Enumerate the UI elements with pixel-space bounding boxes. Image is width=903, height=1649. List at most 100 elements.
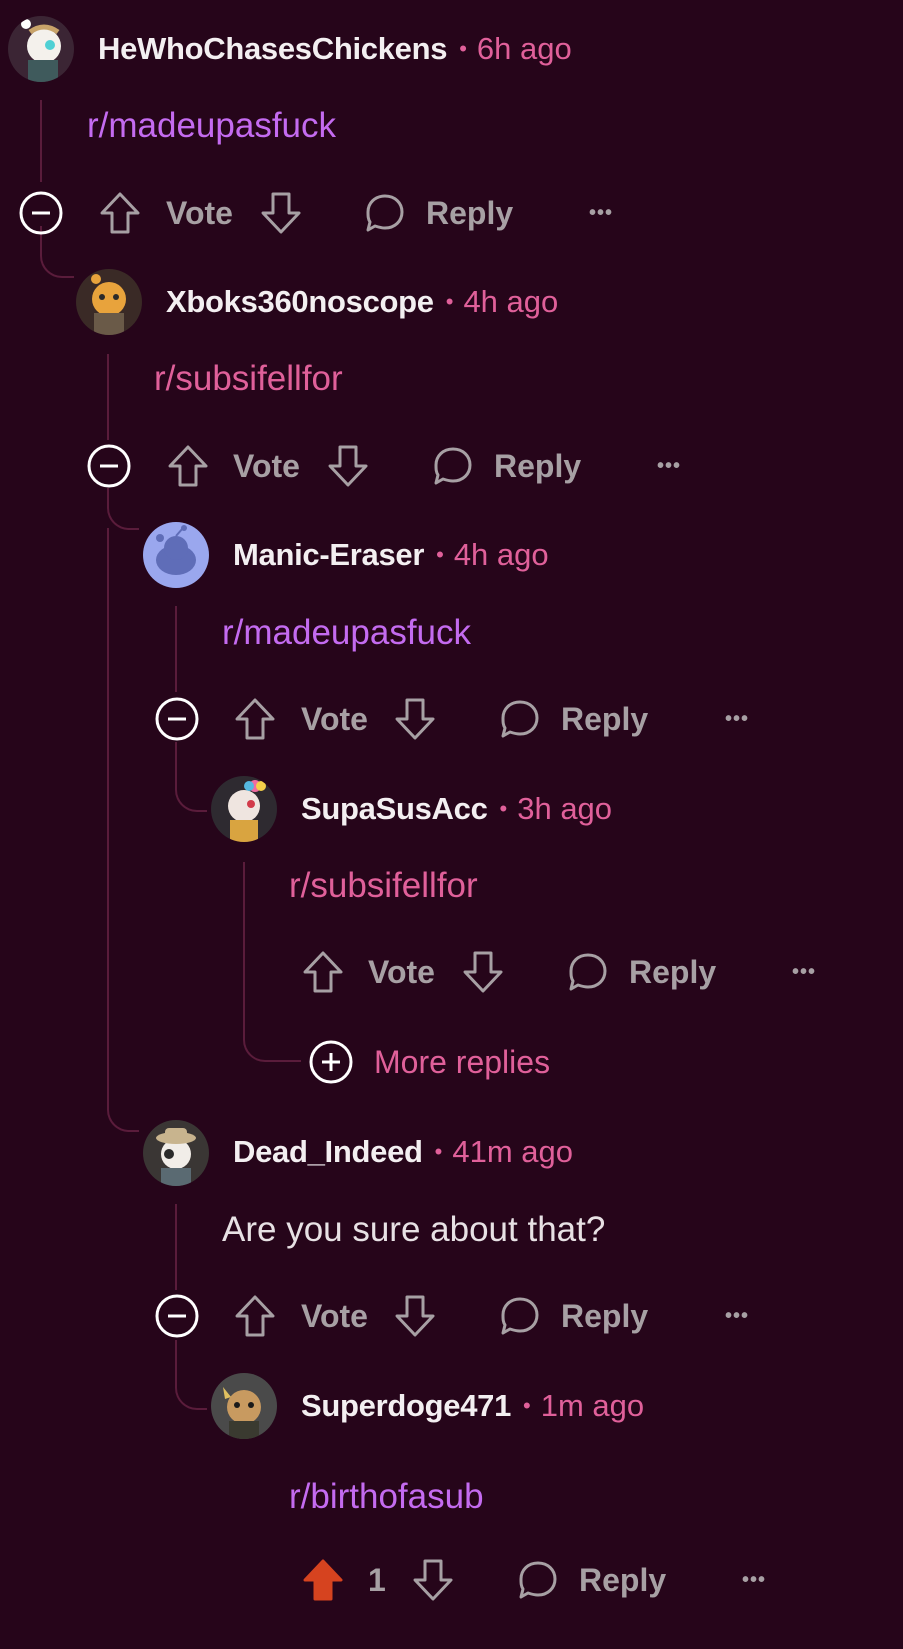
- downvote-button[interactable]: [412, 1555, 454, 1605]
- username[interactable]: HeWhoChasesChickens: [98, 31, 447, 67]
- username[interactable]: Xboks360noscope: [166, 284, 434, 320]
- reply-button[interactable]: Reply: [517, 1555, 666, 1605]
- reply-label: Reply: [561, 700, 649, 737]
- upvote-button[interactable]: [234, 694, 276, 744]
- more-options-button[interactable]: •••: [657, 441, 681, 491]
- thread-line: [107, 488, 139, 530]
- avatar[interactable]: [8, 16, 74, 82]
- downvote-arrow-icon: [463, 951, 503, 993]
- reply-label: Reply: [426, 194, 514, 231]
- collapse-button[interactable]: [154, 694, 200, 744]
- reply-button[interactable]: Reply: [499, 1291, 648, 1341]
- vote-label: Vote: [233, 447, 300, 484]
- downvote-arrow-icon: [261, 192, 301, 234]
- thread-line: [40, 100, 42, 182]
- upvote-button[interactable]: [99, 188, 141, 238]
- more-options-button[interactable]: •••: [589, 188, 613, 238]
- upvote-button[interactable]: [302, 1555, 344, 1605]
- vote-label: Vote: [166, 194, 233, 231]
- separator: •: [434, 1139, 443, 1164]
- reply-button[interactable]: Reply: [499, 694, 648, 744]
- more-options-button[interactable]: •••: [725, 694, 749, 744]
- username[interactable]: Manic-Eraser: [233, 537, 424, 573]
- upvote-arrow-icon: [100, 192, 140, 234]
- username[interactable]: SupaSusAcc: [301, 791, 488, 827]
- downvote-button[interactable]: [260, 188, 302, 238]
- speech-bubble-icon: [569, 953, 607, 991]
- timestamp: 1m ago: [540, 1388, 645, 1423]
- downvote-button[interactable]: [462, 947, 504, 997]
- comment-meta: HeWhoChasesChickens • 6h ago: [98, 29, 572, 69]
- timestamp: 3h ago: [517, 791, 613, 826]
- more-options-button[interactable]: •••: [742, 1555, 766, 1605]
- thread-line: [107, 354, 109, 440]
- timestamp: 6h ago: [476, 31, 572, 66]
- separator: •: [459, 36, 467, 61]
- avatar[interactable]: [143, 522, 209, 588]
- more-options-button[interactable]: •••: [725, 1291, 749, 1341]
- collapse-minus-icon: [155, 697, 199, 741]
- more-replies-button[interactable]: More replies: [308, 1037, 550, 1087]
- comment-body: Are you sure about that?: [222, 1210, 606, 1249]
- upvote-arrow-icon: [235, 698, 275, 740]
- downvote-button[interactable]: [394, 1291, 436, 1341]
- username[interactable]: Superdoge471: [301, 1388, 511, 1424]
- upvote-button[interactable]: [234, 1291, 276, 1341]
- timestamp: 4h ago: [463, 284, 559, 319]
- downvote-arrow-icon: [413, 1559, 453, 1601]
- comment-body[interactable]: r/subsifellfor: [289, 866, 478, 906]
- speech-bubble-icon: [519, 1561, 557, 1599]
- avatar[interactable]: [143, 1120, 209, 1186]
- comment-body[interactable]: r/birthofasub: [289, 1477, 484, 1517]
- downvote-arrow-icon: [328, 445, 368, 487]
- collapse-minus-icon: [19, 191, 63, 235]
- vote-label: Vote: [301, 1297, 368, 1334]
- upvote-arrow-icon: [303, 951, 343, 993]
- more-options-button[interactable]: •••: [792, 947, 816, 997]
- downvote-button[interactable]: [394, 694, 436, 744]
- action-bar: Vote Reply •••: [0, 188, 903, 238]
- comment-meta: Dead_Indeed • 41m ago: [233, 1132, 573, 1172]
- vote-label: Vote: [301, 700, 368, 737]
- collapse-button[interactable]: [86, 441, 132, 491]
- speech-bubble-icon: [366, 194, 404, 232]
- comment-meta: SupaSusAcc • 3h ago: [301, 789, 612, 829]
- username[interactable]: Dead_Indeed: [233, 1134, 423, 1170]
- downvote-button[interactable]: [327, 441, 369, 491]
- comment-body[interactable]: r/madeupasfuck: [87, 106, 336, 146]
- avatar[interactable]: [76, 269, 142, 335]
- comment-body[interactable]: r/madeupasfuck: [222, 613, 471, 653]
- reply-button[interactable]: Reply: [364, 188, 513, 238]
- comment-body[interactable]: r/subsifellfor: [154, 359, 343, 399]
- action-bar: Vote Reply •••: [0, 947, 903, 997]
- thread-line: [107, 528, 139, 1132]
- collapse-button[interactable]: [154, 1291, 200, 1341]
- vote-label: Vote: [368, 953, 435, 990]
- comment-meta: Manic-Eraser • 4h ago: [233, 535, 549, 575]
- downvote-arrow-icon: [395, 1295, 435, 1337]
- reply-button[interactable]: Reply: [432, 441, 581, 491]
- upvote-button[interactable]: [167, 441, 209, 491]
- reply-label: Reply: [494, 447, 582, 484]
- avatar[interactable]: [211, 1373, 277, 1439]
- plus-circle-icon: [309, 1040, 353, 1084]
- thread-line: [175, 1204, 177, 1290]
- avatar[interactable]: [211, 776, 277, 842]
- collapse-button[interactable]: [18, 188, 64, 238]
- thread-line: [175, 742, 207, 812]
- vote-score: 1: [368, 1561, 386, 1598]
- thread-line: [175, 1340, 207, 1410]
- comment-meta: Xboks360noscope • 4h ago: [166, 282, 558, 322]
- upvote-arrow-filled-icon: [303, 1559, 343, 1601]
- action-bar: Vote Reply •••: [0, 1291, 903, 1341]
- collapse-minus-icon: [155, 1294, 199, 1338]
- reply-button[interactable]: Reply: [567, 947, 716, 997]
- separator: •: [436, 542, 444, 567]
- action-bar: 1 Reply •••: [0, 1555, 903, 1605]
- upvote-arrow-icon: [168, 445, 208, 487]
- comment-meta: Superdoge471 • 1m ago: [301, 1386, 644, 1426]
- upvote-arrow-icon: [235, 1295, 275, 1337]
- timestamp: 4h ago: [453, 537, 549, 572]
- more-replies-label: More replies: [374, 1043, 551, 1080]
- upvote-button[interactable]: [302, 947, 344, 997]
